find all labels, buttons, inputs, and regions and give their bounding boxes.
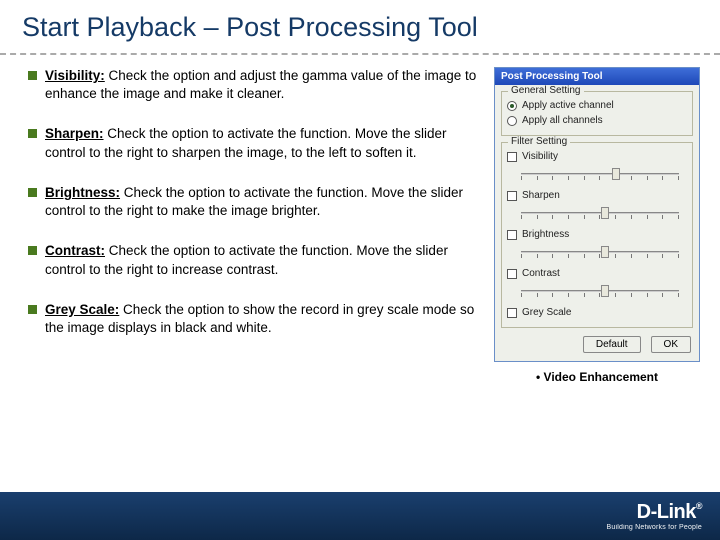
- radio-icon: [507, 101, 517, 111]
- list-item: Contrast: Check the option to activate t…: [28, 242, 482, 278]
- group-label: Filter Setting: [508, 136, 570, 147]
- bullet-list: Visibility: Check the option and adjust …: [28, 67, 482, 384]
- checkbox-icon: [507, 230, 517, 240]
- checkbox-icon: [507, 191, 517, 201]
- general-setting-group: General Setting Apply active channel App…: [501, 91, 693, 136]
- list-item: Brightness: Check the option to activate…: [28, 184, 482, 220]
- bullet-icon: [28, 129, 37, 138]
- checkbox-brightness[interactable]: Brightness: [507, 229, 687, 240]
- slider-contrast[interactable]: [521, 283, 687, 299]
- checkbox-contrast[interactable]: Contrast: [507, 268, 687, 279]
- list-item: Visibility: Check the option and adjust …: [28, 67, 482, 103]
- window-titlebar: Post Processing Tool: [495, 68, 699, 85]
- checkbox-sharpen[interactable]: Sharpen: [507, 190, 687, 201]
- default-button[interactable]: Default: [583, 336, 641, 353]
- group-label: General Setting: [508, 85, 584, 96]
- radio-icon: [507, 116, 517, 126]
- slider-visibility[interactable]: [521, 166, 687, 182]
- slider-brightness[interactable]: [521, 244, 687, 260]
- bullet-icon: [28, 71, 37, 80]
- post-processing-window: Post Processing Tool General Setting App…: [494, 67, 700, 362]
- slider-sharpen[interactable]: [521, 205, 687, 221]
- page-title: Start Playback – Post Processing Tool: [0, 0, 720, 43]
- list-item: Sharpen: Check the option to activate th…: [28, 125, 482, 161]
- checkbox-greyscale[interactable]: Grey Scale: [507, 307, 687, 318]
- radio-apply-all[interactable]: Apply all channels: [507, 115, 687, 126]
- screenshot-caption: Video Enhancement: [494, 370, 700, 384]
- bullet-icon: [28, 188, 37, 197]
- bullet-icon: [28, 305, 37, 314]
- ok-button[interactable]: OK: [651, 336, 691, 353]
- checkbox-icon: [507, 269, 517, 279]
- radio-apply-active[interactable]: Apply active channel: [507, 100, 687, 111]
- dlink-logo: D-Link® Building Networks for People: [607, 501, 702, 531]
- checkbox-icon: [507, 152, 517, 162]
- bullet-icon: [28, 246, 37, 255]
- list-item: Grey Scale: Check the option to show the…: [28, 301, 482, 337]
- checkbox-visibility[interactable]: Visibility: [507, 151, 687, 162]
- footer-bar: D-Link® Building Networks for People: [0, 492, 720, 540]
- checkbox-icon: [507, 308, 517, 318]
- filter-setting-group: Filter Setting Visibility Sharpen Bright…: [501, 142, 693, 328]
